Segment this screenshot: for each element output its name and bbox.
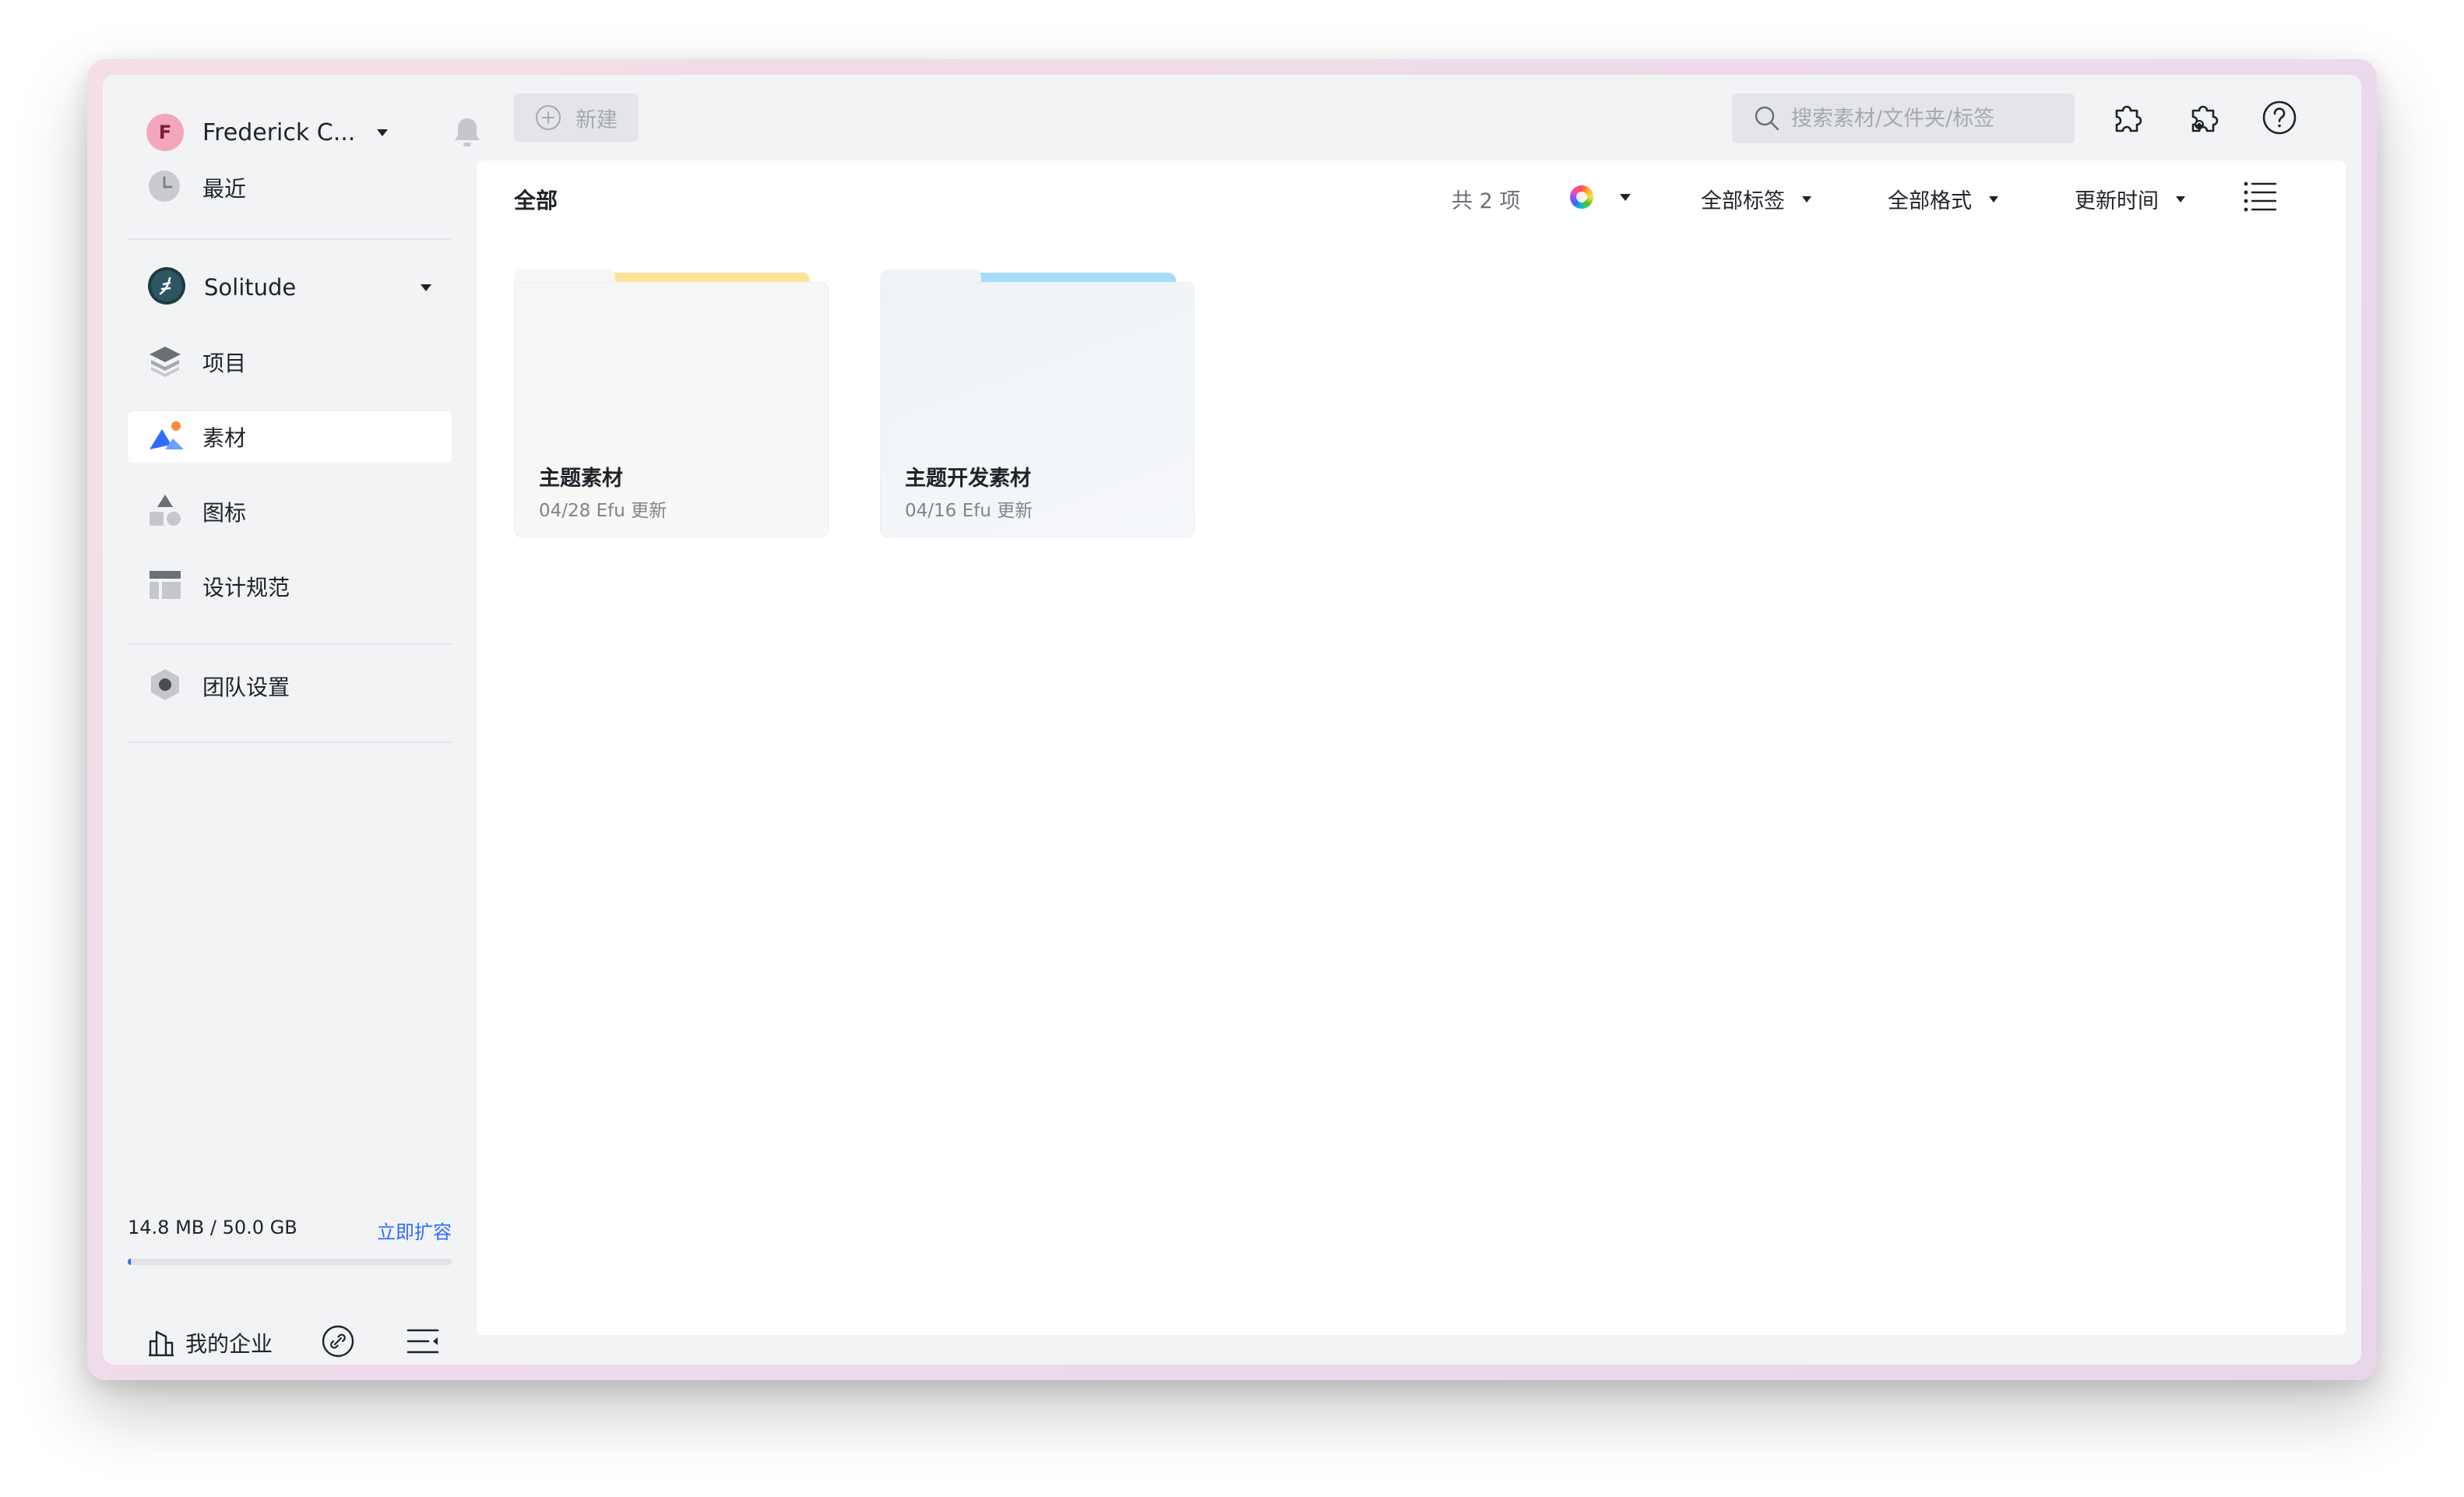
expand-storage-link[interactable]: 立即扩容 xyxy=(377,1217,452,1244)
hexagon-settings-icon xyxy=(148,667,182,705)
folder-meta: 04/16 Efu 更新 xyxy=(905,501,1033,521)
bell-icon[interactable] xyxy=(452,115,483,153)
help-icon[interactable] xyxy=(2262,100,2297,139)
sidebar-item-label: 团队设置 xyxy=(202,675,290,700)
plus-circle-icon xyxy=(536,105,561,130)
chevron-down-icon xyxy=(1989,195,1998,203)
storage-usage: 14.8 MB / 50.0 GB xyxy=(128,1217,297,1238)
chevron-down-icon xyxy=(2176,195,2185,203)
item-count: 共 2 项 xyxy=(1452,189,1521,213)
chevron-down-icon xyxy=(1802,195,1811,203)
my-enterprise-button[interactable]: 我的企业 xyxy=(148,1327,273,1358)
sidebar-item-team-settings[interactable]: 团队设置 xyxy=(128,660,452,712)
content-header: 全部 共 2 项 全部标签 全部格式 更新时间 xyxy=(477,160,2346,235)
color-wheel-icon xyxy=(1570,185,1593,209)
sidebar-item-label: 设计规范 xyxy=(202,575,290,601)
sidebar-item-icons[interactable]: 图标 xyxy=(128,486,452,537)
sidebar-item-design-specs[interactable]: 设计规范 xyxy=(128,561,452,612)
storage-progress-bar xyxy=(128,1259,452,1265)
shapes-icon xyxy=(148,493,182,530)
sidebar-item-assets[interactable]: 素材 xyxy=(128,411,452,463)
sidebar-footer: 我的企业 xyxy=(128,1321,452,1365)
team-switcher[interactable]: Solitude xyxy=(128,262,452,313)
user-name[interactable]: Frederick C... xyxy=(202,119,355,146)
divider xyxy=(128,643,452,645)
layers-icon xyxy=(148,343,182,381)
chevron-down-icon[interactable] xyxy=(421,284,431,291)
plugin-icon[interactable] xyxy=(2110,100,2146,139)
search-input[interactable] xyxy=(1791,106,2056,131)
avatar[interactable]: F xyxy=(146,114,184,151)
folder-name: 主题开发素材 xyxy=(905,467,1031,491)
team-name: Solitude xyxy=(204,274,297,301)
tag-filter-dropdown[interactable]: 全部标签 xyxy=(1701,184,1811,214)
format-filter-dropdown[interactable]: 全部格式 xyxy=(1888,184,1998,214)
sidebar: F Frederick C... 最近 Solitude 项目 素材 图标 设计… xyxy=(103,75,480,1365)
folder-name: 主题素材 xyxy=(539,467,623,491)
mountains-icon xyxy=(148,420,185,454)
user-menu[interactable]: F Frederick C... xyxy=(146,107,480,157)
my-enterprise-label: 我的企业 xyxy=(185,1331,273,1357)
divider xyxy=(128,741,452,743)
sidebar-item-projects[interactable]: 项目 xyxy=(128,336,452,388)
search-icon xyxy=(1755,106,1779,131)
format-filter-label: 全部格式 xyxy=(1888,189,1972,213)
app-window-frame: F Frederick C... 最近 Solitude 项目 素材 图标 设计… xyxy=(87,59,2377,1380)
search-box[interactable] xyxy=(1732,93,2075,143)
app-window: F Frederick C... 最近 Solitude 项目 素材 图标 设计… xyxy=(103,75,2361,1365)
sidebar-item-label: 素材 xyxy=(202,425,247,451)
folder-meta: 04/28 Efu 更新 xyxy=(539,501,667,521)
divider xyxy=(128,238,452,240)
sidebar-item-label: 项目 xyxy=(202,350,247,376)
chevron-down-icon[interactable] xyxy=(377,129,389,136)
sidebar-item-label: 图标 xyxy=(202,500,247,526)
sort-dropdown[interactable]: 更新时间 xyxy=(2075,184,2185,214)
clock-icon xyxy=(148,170,181,206)
color-filter-dropdown[interactable] xyxy=(1570,185,1631,209)
breadcrumb: 全部 xyxy=(514,188,558,213)
storage-progress-fill xyxy=(128,1259,132,1265)
sidebar-item-recent[interactable]: 最近 xyxy=(128,162,452,213)
sort-label: 更新时间 xyxy=(2075,189,2159,213)
link-icon[interactable] xyxy=(321,1324,355,1361)
team-logo-icon xyxy=(148,267,185,308)
new-button-label: 新建 xyxy=(576,107,618,132)
folder-card[interactable]: 主题开发素材 04/16 Efu 更新 xyxy=(880,269,1195,537)
tag-filter-label: 全部标签 xyxy=(1701,189,1785,213)
collapse-menu-icon[interactable] xyxy=(407,1327,439,1358)
main-panel: 全部 共 2 项 全部标签 全部格式 更新时间 主题素材 04/28 Efu 更… xyxy=(477,160,2346,1335)
sidebar-item-label: 最近 xyxy=(202,176,247,202)
folder-card[interactable]: 主题素材 04/28 Efu 更新 xyxy=(514,269,829,537)
chevron-down-icon xyxy=(1620,193,1631,201)
new-button[interactable]: 新建 xyxy=(514,93,639,142)
building-icon xyxy=(149,1330,174,1357)
layout-icon xyxy=(148,569,182,604)
list-view-icon[interactable] xyxy=(2243,179,2277,217)
plugin-sync-icon[interactable] xyxy=(2187,100,2223,139)
